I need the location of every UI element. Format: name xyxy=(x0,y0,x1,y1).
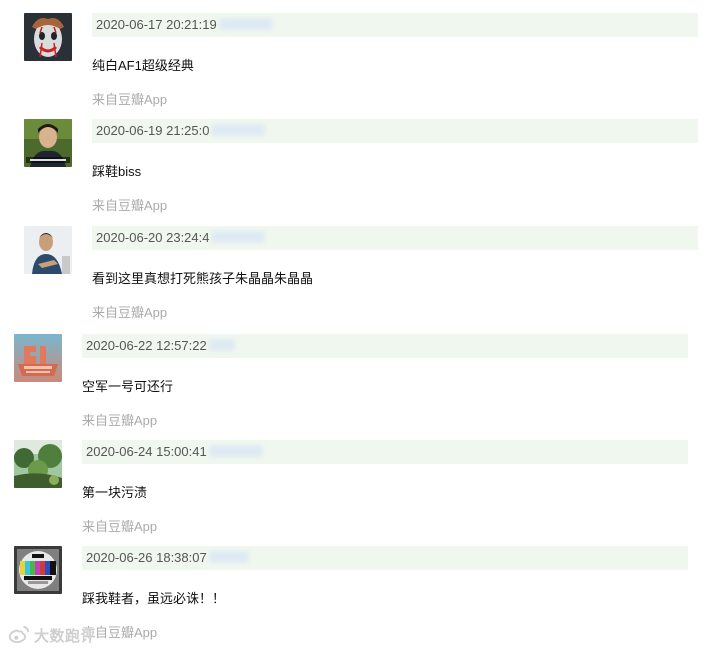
comment-time: 2020-06-22 12:57:22 xyxy=(86,338,207,353)
watermark: 大数跑评 xyxy=(8,624,96,646)
comment-meta: 2020-06-20 23:24:4 xyxy=(96,230,266,245)
century-fox-logo-icon[interactable] xyxy=(14,334,62,382)
garden-icon[interactable] xyxy=(14,440,62,488)
weibo-logo-icon xyxy=(8,625,29,643)
comment-item: 2020-06-24 15:00:41 第一块污渍 来自豆瓣App xyxy=(0,440,703,546)
clown-portrait-icon[interactable] xyxy=(24,13,72,61)
comment-time: 2020-06-17 20:21:19 xyxy=(96,17,217,32)
comment-content: 第一块污渍 xyxy=(82,485,148,500)
blurred-username xyxy=(218,18,273,30)
blurred-username xyxy=(208,445,263,457)
comment-meta: 2020-06-24 15:00:41 xyxy=(86,444,263,459)
blurred-username xyxy=(211,124,266,136)
comment-meta: 2020-06-26 18:38:07 xyxy=(86,550,249,565)
comment-item: 2020-06-22 12:57:22 空军一号可还行 来自豆瓣App xyxy=(0,334,703,440)
comment-source[interactable]: 来自豆瓣App xyxy=(92,89,167,108)
comment-time: 2020-06-20 23:24:4 xyxy=(96,230,210,245)
watermark-text: 大数跑评 xyxy=(34,627,97,645)
comment-time: 2020-06-19 21:25:0 xyxy=(96,123,210,138)
comment-source[interactable]: 来自豆瓣App xyxy=(82,516,157,535)
comment-meta: 2020-06-19 21:25:0 xyxy=(96,123,266,138)
blurred-username xyxy=(211,231,266,243)
comment-item: 2020-06-19 21:25:0 踩鞋biss 来自豆瓣App xyxy=(0,119,703,225)
blurred-username xyxy=(208,339,235,351)
comment-source[interactable]: 来自豆瓣App xyxy=(92,195,167,214)
blurred-username xyxy=(208,551,249,563)
tv-test-card-icon[interactable] xyxy=(14,546,62,594)
comment-content: 踩我鞋者，虽远必诛！！ xyxy=(82,591,226,606)
man-portrait-icon[interactable] xyxy=(24,119,72,167)
comment-meta: 2020-06-22 12:57:22 xyxy=(86,338,235,353)
comment-content: 踩鞋biss xyxy=(92,164,142,179)
comment-item: 2020-06-26 18:38:07 踩我鞋者，虽远必诛！！ 来自豆瓣App xyxy=(0,546,703,652)
comment-time: 2020-06-24 15:00:41 xyxy=(86,444,207,459)
comment-source[interactable]: 来自豆瓣App xyxy=(92,302,167,321)
comment-item: 2020-06-20 23:24:4 看到这里真想打死熊孩子朱晶晶朱晶晶 来自豆… xyxy=(0,226,703,332)
comment-content: 看到这里真想打死熊孩子朱晶晶朱晶晶 xyxy=(92,271,314,286)
comment-meta: 2020-06-17 20:21:19 xyxy=(96,17,273,32)
comment-content: 空军一号可还行 xyxy=(82,379,174,394)
comment-time: 2020-06-26 18:38:07 xyxy=(86,550,207,565)
comment-source[interactable]: 来自豆瓣App xyxy=(82,410,157,429)
comment-item: 2020-06-17 20:21:19 纯白AF1超级经典 来自豆瓣App xyxy=(0,13,703,119)
man-sitting-icon[interactable] xyxy=(24,226,72,274)
comment-content: 纯白AF1超级经典 xyxy=(92,58,194,73)
